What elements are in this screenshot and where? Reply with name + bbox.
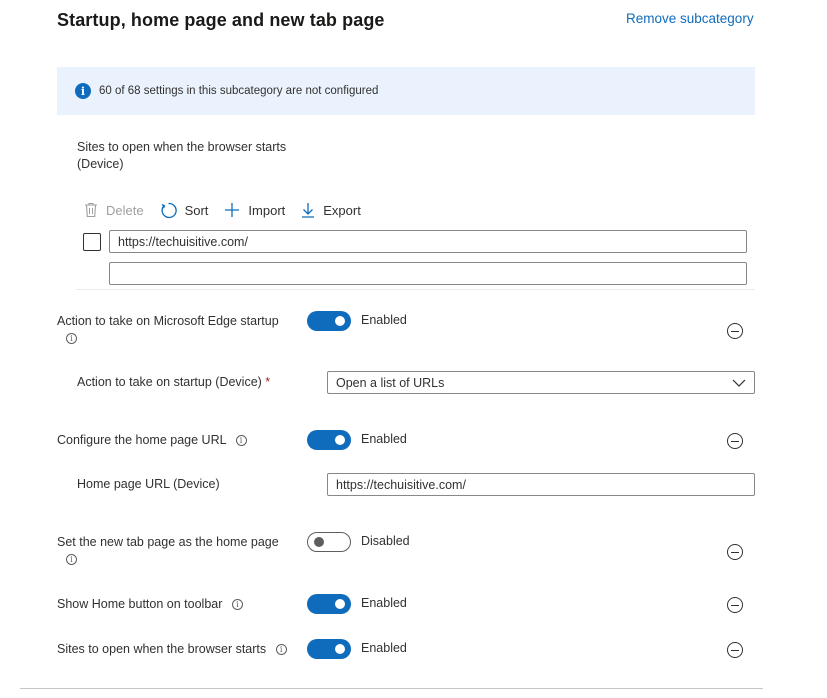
bottom-divider [20,688,763,689]
home-page-url-state: Enabled [361,432,407,446]
site-url-input[interactable]: https://techuisitive.com/ [109,230,747,253]
export-label: Export [323,202,361,218]
list-toolbar: Delete Sort Import Export [84,199,377,221]
plus-icon [224,202,240,218]
sort-button[interactable]: Sort [160,202,209,219]
home-page-url-toggle[interactable] [307,430,351,450]
info-icon[interactable]: i [66,554,77,566]
sites-startup-label: Sites to open when the browser starts [57,642,267,656]
home-page-value-label: Home page URL (Device) [77,477,220,491]
required-mark: * [265,375,271,389]
remove-setting-icon[interactable] [727,642,743,658]
setting-label-new-tab-home: Set the new tab page as the home page i [57,534,302,568]
new-tab-home-toggle[interactable] [307,532,351,552]
sites-startup-toggle[interactable] [307,639,351,659]
chevron-down-icon [732,376,746,390]
toggle-knob [335,435,345,445]
page-title: Startup, home page and new tab page [57,10,385,30]
home-button-state: Enabled [361,596,407,610]
download-icon [301,202,315,218]
startup-action-selected: Open a list of URLs [336,375,445,390]
startup-action-label: Action to take on startup (Device) * [77,375,270,389]
toggle-knob [314,537,324,547]
new-site-url-input[interactable] [109,262,747,285]
remove-setting-icon[interactable] [727,433,743,449]
sites-list-label: Sites to open when the browser starts (D… [77,139,317,173]
info-message-bar: i 60 of 68 settings in this subcategory … [57,67,755,115]
remove-subcategory-link[interactable]: Remove subcategory [626,11,754,26]
import-label: Import [248,202,286,218]
toggle-knob [335,316,345,326]
export-button[interactable]: Export [301,202,361,218]
row-checkbox[interactable] [83,233,101,251]
sites-list-label-line2: (Device) [77,157,124,171]
sort-label: Sort [184,202,209,218]
edge-startup-state: Enabled [361,313,407,327]
toggle-knob [335,644,345,654]
home-page-url-input[interactable]: https://techuisitive.com/ [327,473,755,496]
startup-action-label-text: Action to take on startup (Device) [77,375,262,389]
import-button[interactable]: Import [224,202,285,218]
setting-label-home-page-url: Configure the home page URL i [57,432,247,449]
delete-button[interactable]: Delete [84,202,144,218]
sites-startup-state: Enabled [361,641,407,655]
remove-setting-icon[interactable] [727,544,743,560]
remove-setting-icon[interactable] [727,323,743,339]
delete-label: Delete [106,202,144,218]
remove-setting-icon[interactable] [727,597,743,613]
setting-label-sites-startup: Sites to open when the browser starts i [57,641,287,658]
info-icon[interactable]: i [231,599,243,611]
trash-icon [84,202,98,218]
info-icon: i [75,83,91,99]
info-message-text: 60 of 68 settings in this subcategory ar… [99,85,379,97]
info-icon[interactable]: i [275,644,287,656]
refresh-icon [160,202,177,219]
home-button-label: Show Home button on toolbar [57,597,223,611]
list-divider [76,289,755,290]
new-tab-home-state: Disabled [361,534,410,548]
home-button-toggle[interactable] [307,594,351,614]
startup-action-dropdown[interactable]: Open a list of URLs [327,371,755,394]
home-page-url-label: Configure the home page URL [57,433,227,447]
setting-label-edge-startup: Action to take on Microsoft Edge startup… [57,313,302,347]
sites-list-label-line1: Sites to open when the browser starts [77,140,287,154]
info-icon[interactable]: i [235,435,247,447]
toggle-knob [335,599,345,609]
setting-label-home-button: Show Home button on toolbar i [57,596,243,613]
edge-startup-label: Action to take on Microsoft Edge startup [57,314,279,328]
edge-startup-toggle[interactable] [307,311,351,331]
new-tab-home-label: Set the new tab page as the home page [57,535,279,549]
info-icon[interactable]: i [66,333,77,345]
